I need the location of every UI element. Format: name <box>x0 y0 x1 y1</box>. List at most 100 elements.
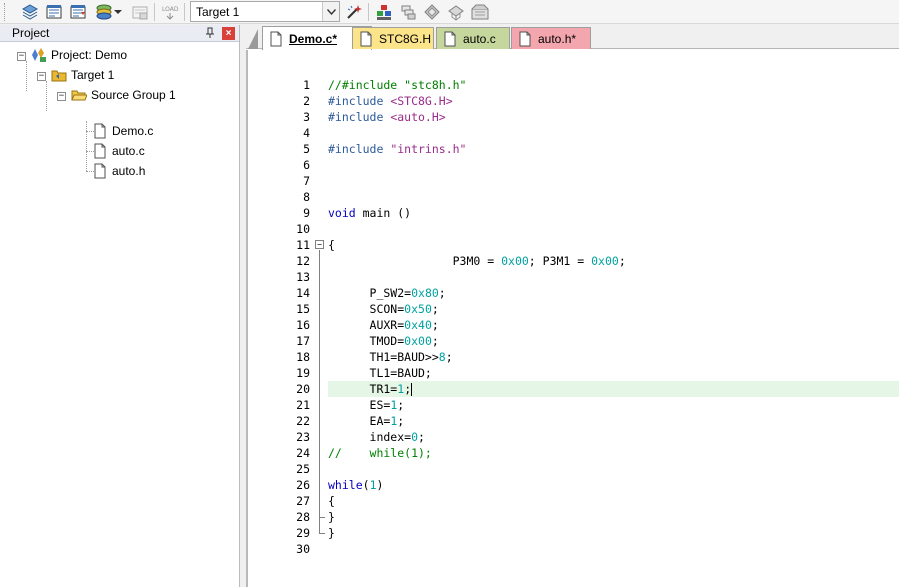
rebuild-icon[interactable] <box>68 2 88 22</box>
close-icon[interactable]: × <box>222 27 235 40</box>
code-line[interactable]: TR1=1; <box>328 381 899 397</box>
code-line[interactable]: P3M0 = 0x00; P3M1 = 0x00; <box>328 253 899 269</box>
pin-icon[interactable] <box>204 27 216 39</box>
editor-tabbar: Demo.c* STC8G.H auto.c auto.h* <box>246 25 899 50</box>
code-line[interactable] <box>328 189 899 205</box>
tab-label: auto.c <box>463 31 496 46</box>
project-panel-title: Project <box>12 26 50 40</box>
c-file-icon <box>92 123 108 139</box>
toolbar-separator <box>368 3 369 21</box>
target-folder-icon <box>51 67 67 83</box>
build-icon[interactable] <box>44 2 64 22</box>
code-line[interactable] <box>328 269 899 285</box>
multi-project-icon[interactable] <box>470 2 490 22</box>
folder-open-icon <box>71 87 87 103</box>
line-number-gutter: 1 2 3 4 5 6 7 8 9 10 11 12 13 14 15 16 17 18 19 20 21 22 23 24 2… <box>248 50 327 587</box>
stack-icon[interactable] <box>20 2 40 22</box>
code-line[interactable]: AUXR=0x40; <box>328 317 899 333</box>
load-icon[interactable]: LOAD <box>160 2 180 22</box>
code-line[interactable]: ES=1; <box>328 397 899 413</box>
line-number: 24 <box>296 446 310 460</box>
fold-end <box>319 517 325 518</box>
tab-auto-h[interactable]: auto.h* <box>511 27 591 49</box>
code-line[interactable]: P_SW2=0x80; <box>328 285 899 301</box>
line-number: 15 <box>296 302 310 316</box>
fold-toggle[interactable]: − <box>315 240 324 249</box>
line-number: 4 <box>303 126 310 140</box>
tree-item-file[interactable]: Demo.c <box>92 121 153 141</box>
line-number: 25 <box>296 462 310 476</box>
wand-icon[interactable] <box>344 2 364 22</box>
toolbar-separator <box>184 3 185 21</box>
stop-build-icon[interactable] <box>130 2 150 22</box>
manage-components-icon[interactable] <box>374 2 394 22</box>
document-icon <box>444 31 456 46</box>
tab-stc8g-h[interactable]: STC8G.H <box>352 27 434 49</box>
tree-item-file[interactable]: auto.c <box>92 141 145 161</box>
project-tree: − Project: Demo − Target 1 − Source Grou… <box>0 43 239 583</box>
tree-item-file-label: Demo.c <box>112 124 154 138</box>
books-icon[interactable] <box>398 2 418 22</box>
code-line[interactable]: // while(1); <box>328 445 899 461</box>
line-number: 21 <box>296 398 310 412</box>
toolbar-grip[interactable] <box>4 3 7 21</box>
tree-item-target-label: Target 1 <box>71 68 115 82</box>
project-panel: Project × − Project: Demo − Target 1 − S… <box>0 25 240 587</box>
code-line[interactable]: } <box>328 525 899 541</box>
load-label: LOAD <box>162 6 179 13</box>
tab-scroll-wedge-icon <box>248 29 258 49</box>
code-line[interactable]: { <box>328 237 899 253</box>
code-line[interactable] <box>328 221 899 237</box>
line-number: 19 <box>296 366 310 380</box>
fold-end <box>319 533 325 534</box>
tab-auto-c[interactable]: auto.c <box>436 27 510 49</box>
collapse-target-toggle[interactable]: − <box>37 72 46 81</box>
tree-item-project[interactable]: Project: Demo <box>31 45 127 65</box>
line-number: 26 <box>296 478 310 492</box>
tree-item-file[interactable]: auto.h <box>92 161 145 181</box>
batch-build-icon[interactable] <box>94 2 114 22</box>
code-line[interactable] <box>328 157 899 173</box>
code-line[interactable]: { <box>328 493 899 509</box>
code-line[interactable]: index=0; <box>328 429 899 445</box>
document-icon <box>519 31 531 46</box>
tab-label: STC8G.H <box>379 31 432 46</box>
collapse-group-toggle[interactable]: − <box>57 92 66 101</box>
line-number: 3 <box>303 110 310 124</box>
code-line[interactable]: TMOD=0x00; <box>328 333 899 349</box>
line-number: 27 <box>296 494 310 508</box>
code-line[interactable]: while(1) <box>328 477 899 493</box>
code-line[interactable] <box>328 173 899 189</box>
toolbar-separator <box>154 3 155 21</box>
diamond-icon[interactable] <box>422 2 442 22</box>
line-number: 30 <box>296 542 310 556</box>
target-select[interactable]: Target 1 <box>190 1 340 22</box>
chevron-down-icon[interactable] <box>322 2 339 21</box>
code-line[interactable]: //#include "stc8h.h" <box>328 77 899 93</box>
line-number: 8 <box>303 190 310 204</box>
code-line[interactable]: #include <auto.H> <box>328 109 899 125</box>
code-text-area[interactable]: //#include "stc8h.h" #include <STC8G.H> #i… <box>328 50 899 587</box>
pack-icon[interactable] <box>446 2 466 22</box>
code-line[interactable]: void main () <box>328 205 899 221</box>
code-line[interactable]: EA=1; <box>328 413 899 429</box>
line-number: 1 <box>303 78 310 92</box>
tree-item-file-label: auto.c <box>112 144 145 158</box>
code-line[interactable] <box>328 125 899 141</box>
code-line[interactable]: #include "intrins.h" <box>328 141 899 157</box>
tree-item-source-group[interactable]: Source Group 1 <box>71 85 176 105</box>
code-line[interactable]: } <box>328 509 899 525</box>
code-line[interactable]: TL1=BAUD; <box>328 365 899 381</box>
collapse-project-toggle[interactable]: − <box>17 52 26 61</box>
code-line[interactable]: #include <STC8G.H> <box>328 93 899 109</box>
tree-connector <box>86 121 87 171</box>
code-editor[interactable]: 1 2 3 4 5 6 7 8 9 10 11 12 13 14 15 16 17 18 19 20 21 22 23 24 2… <box>246 50 899 587</box>
line-number: 9 <box>303 206 310 220</box>
code-line[interactable]: TH1=BAUD>>8; <box>328 349 899 365</box>
batch-dropdown-icon[interactable] <box>112 2 124 22</box>
code-line[interactable] <box>328 541 899 557</box>
tree-item-target[interactable]: Target 1 <box>51 65 114 85</box>
c-file-icon <box>92 143 108 159</box>
code-line[interactable] <box>328 461 899 477</box>
code-line[interactable]: SCON=0x50; <box>328 301 899 317</box>
